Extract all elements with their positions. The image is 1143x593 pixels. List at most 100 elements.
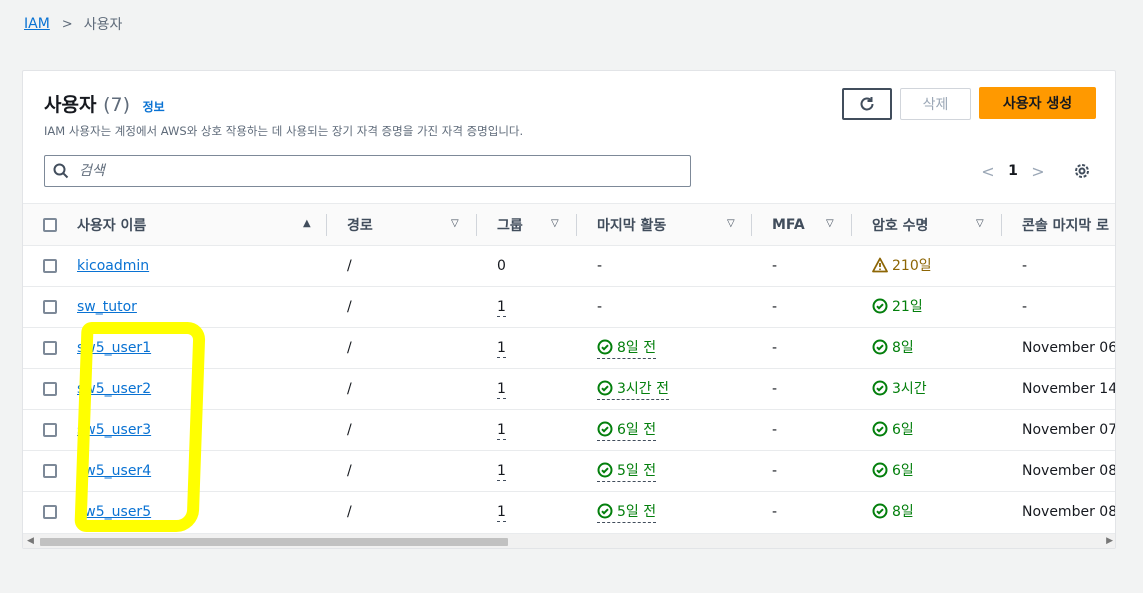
status-ok-icon	[872, 298, 888, 314]
row-checkbox[interactable]	[43, 259, 57, 273]
status-ok-icon	[597, 421, 613, 437]
col-label: 경로	[347, 217, 373, 234]
create-user-button[interactable]: 사용자 생성	[979, 87, 1096, 119]
mfa-cell: -	[772, 422, 778, 438]
gear-icon[interactable]	[1072, 161, 1092, 181]
password-age-cell: 8일	[872, 337, 914, 357]
col-header-username[interactable]: 사용자 이름 ▲	[77, 204, 327, 246]
table-row[interactable]: kicoadmin / 0 - - 210일 -	[23, 246, 1115, 287]
status-ok-icon	[597, 380, 613, 396]
console-last-cell: November 08,	[1022, 463, 1116, 479]
select-all-checkbox[interactable]	[43, 217, 57, 232]
prev-page-button[interactable]: <	[978, 162, 998, 181]
console-last-cell: November 07,	[1022, 422, 1116, 438]
col-label: 콘솔 마지막 로	[1022, 217, 1110, 234]
search-field[interactable]	[44, 155, 691, 187]
row-checkbox[interactable]	[43, 300, 57, 314]
next-page-button[interactable]: >	[1028, 162, 1048, 181]
search-input[interactable]	[77, 162, 637, 180]
col-header-mfa[interactable]: MFA ▽	[752, 204, 852, 246]
row-checkbox[interactable]	[43, 505, 57, 520]
scroll-right-icon[interactable]: ▶	[1106, 536, 1113, 546]
groups-cell[interactable]: 1	[497, 463, 506, 481]
last-activity-cell: -	[597, 299, 603, 315]
refresh-icon	[860, 97, 874, 111]
groups-cell[interactable]: 1	[497, 381, 506, 399]
filter-icon[interactable]: ▽	[551, 218, 559, 229]
info-link[interactable]: 정보	[143, 100, 165, 114]
last-activity-cell[interactable]: 3시간 전	[597, 378, 669, 400]
last-activity-cell[interactable]: 8일 전	[597, 337, 657, 359]
password-age-cell: 3시간	[872, 378, 927, 398]
row-checkbox[interactable]	[43, 464, 57, 478]
refresh-button[interactable]	[842, 88, 892, 120]
password-age-cell: 21일	[872, 296, 923, 316]
pagination: < 1 >	[978, 159, 1048, 183]
last-activity-text: 5일 전	[617, 463, 657, 479]
scrollbar-thumb[interactable]	[40, 538, 508, 546]
last-activity-cell[interactable]: 5일 전	[597, 460, 657, 482]
path-cell: /	[347, 299, 352, 315]
status-ok-icon	[597, 503, 613, 519]
highlight-annotation	[74, 322, 206, 532]
row-checkbox[interactable]	[43, 382, 57, 396]
sort-asc-icon[interactable]: ▲	[303, 218, 311, 229]
title-text: 사용자	[44, 94, 97, 116]
col-header-password-age[interactable]: 암호 수명 ▽	[852, 204, 1002, 246]
breadcrumb-iam-link[interactable]: IAM	[24, 16, 50, 32]
mfa-cell: -	[772, 258, 778, 274]
status-ok-icon	[872, 503, 888, 519]
filter-icon[interactable]: ▽	[826, 218, 834, 229]
password-age-text: 6일	[892, 463, 914, 479]
console-last-cell: November 06,	[1022, 340, 1116, 356]
path-cell: /	[347, 258, 352, 274]
col-header-console-last[interactable]: 콘솔 마지막 로	[1002, 204, 1115, 246]
table-header-row: 사용자 이름 ▲ 경로 ▽ 그룹 ▽ 마지막 활동 ▽ MFA ▽ 암호 수명 …	[23, 203, 1115, 246]
row-checkbox[interactable]	[43, 423, 57, 437]
password-age-text: 8일	[892, 504, 914, 521]
groups-cell[interactable]: 1	[497, 504, 506, 523]
console-last-cell: -	[1022, 258, 1028, 274]
col-label: 그룹	[497, 217, 523, 234]
groups-cell[interactable]: 1	[497, 422, 506, 440]
username-link[interactable]: sw_tutor	[77, 299, 137, 315]
mfa-cell: -	[772, 340, 778, 356]
status-ok-icon	[872, 421, 888, 437]
col-label: MFA	[772, 216, 805, 233]
status-ok-icon	[597, 462, 613, 478]
path-cell: /	[347, 463, 352, 479]
scroll-left-icon[interactable]: ◀	[27, 536, 34, 546]
path-cell: /	[347, 381, 352, 397]
row-checkbox[interactable]	[43, 341, 57, 355]
last-activity-text: 8일 전	[617, 340, 657, 356]
groups-cell[interactable]: 1	[497, 340, 506, 358]
col-header-path[interactable]: 경로 ▽	[327, 204, 477, 246]
status-ok-icon	[872, 339, 888, 355]
username-link[interactable]: kicoadmin	[77, 258, 149, 274]
col-header-last-activity[interactable]: 마지막 활동 ▽	[577, 204, 752, 246]
filter-icon[interactable]: ▽	[976, 218, 984, 229]
groups-cell[interactable]: 0	[497, 258, 506, 274]
mfa-cell: -	[772, 299, 778, 315]
password-age-cell: 210일	[872, 255, 932, 275]
warning-icon	[872, 257, 888, 273]
last-activity-cell[interactable]: 6일 전	[597, 419, 657, 441]
page-number[interactable]: 1	[998, 163, 1028, 179]
breadcrumb-current: 사용자	[83, 17, 123, 33]
path-cell: /	[347, 340, 352, 356]
mfa-cell: -	[772, 504, 778, 521]
last-activity-cell[interactable]: 5일 전	[597, 501, 657, 524]
delete-button[interactable]: 삭제	[900, 88, 971, 120]
console-last-cell: -	[1022, 299, 1028, 315]
groups-cell[interactable]: 1	[497, 299, 506, 317]
chevron-right-icon: >	[61, 16, 73, 32]
search-icon	[53, 163, 69, 179]
last-activity-cell: -	[597, 258, 603, 274]
filter-icon[interactable]: ▽	[451, 218, 459, 229]
filter-icon[interactable]: ▽	[727, 218, 735, 229]
col-header-groups[interactable]: 그룹 ▽	[477, 204, 577, 246]
horizontal-scrollbar[interactable]: ◀ ▶	[23, 533, 1115, 548]
path-cell: /	[347, 504, 352, 521]
password-age-text: 6일	[892, 422, 914, 438]
last-activity-text: 3시간 전	[617, 381, 669, 397]
